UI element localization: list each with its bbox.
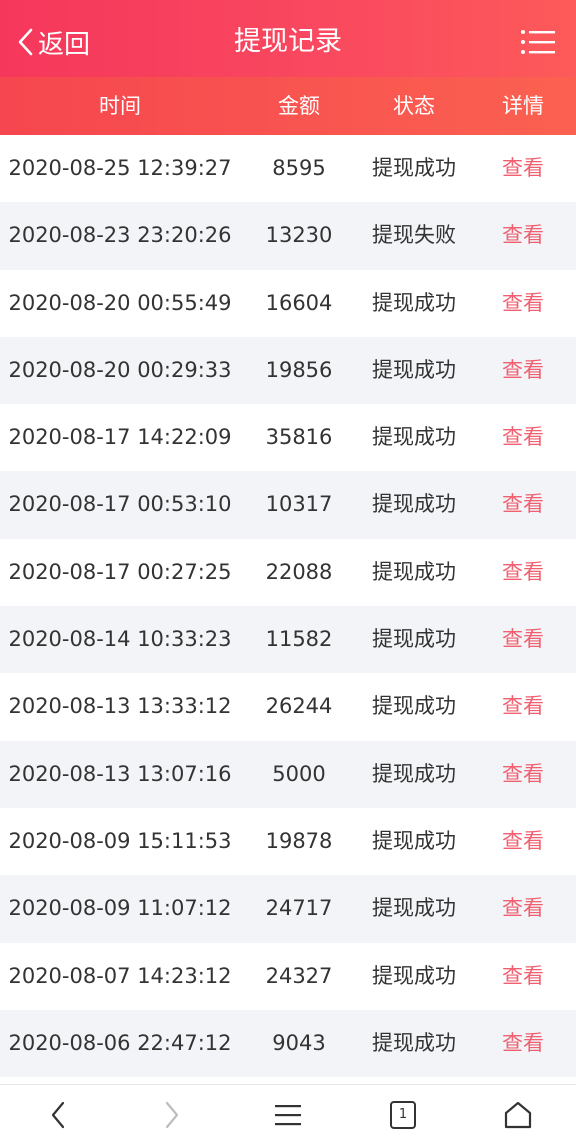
cell-status: 提现成功 <box>372 694 456 719</box>
table-row: 2020-08-09 15:11:53 19878 提现成功 查看 <box>0 807 576 876</box>
table-row: 2020-08-17 00:27:25 22088 提现成功 查看 <box>0 538 576 607</box>
detail-link[interactable]: 查看 <box>502 471 544 538</box>
table-row: 2020-08-17 14:22:09 35816 提现成功 查看 <box>0 404 576 472</box>
cell-status: 提现成功 <box>372 156 456 180</box>
detail-link[interactable]: 查看 <box>502 404 544 471</box>
menu-icon <box>275 1105 301 1126</box>
browser-tabs-button[interactable]: 1 <box>383 1095 423 1135</box>
home-icon <box>504 1101 532 1129</box>
table-row: 2020-08-13 13:33:12 26244 提现成功 查看 <box>0 673 576 741</box>
cell-time: 2020-08-13 13:33:12 <box>8 694 232 719</box>
table-row: 2020-08-13 13:07:16 5000 提现成功 查看 <box>0 740 576 808</box>
records-table: 2020-08-25 12:39:27 8595 提现成功 查看 2020-08-23 … <box>0 135 576 1078</box>
detail-link[interactable]: 查看 <box>502 808 544 875</box>
table-row: 2020-08-07 14:23:12 24327 提现成功 查看 <box>0 942 576 1010</box>
cell-status: 提现成功 <box>372 1030 456 1055</box>
cell-amount: 35816 <box>265 425 333 450</box>
detail-link[interactable]: 查看 <box>502 337 544 404</box>
cell-status: 提现成功 <box>372 357 456 382</box>
table-row: 2020-08-09 11:07:12 24717 提现成功 查看 <box>0 875 576 943</box>
cell-amount: 9043 <box>272 1030 326 1055</box>
detail-link[interactable]: 查看 <box>502 943 544 1010</box>
cell-amount: 13230 <box>265 223 333 248</box>
table-row: 2020-08-20 00:55:49 16604 提现成功 查看 <box>0 269 576 337</box>
tab-count: 1 <box>398 1107 408 1122</box>
cell-time: 2020-08-14 10:33:23 <box>8 627 232 652</box>
browser-back-button[interactable] <box>38 1095 78 1135</box>
cell-time: 2020-08-20 00:55:49 <box>8 290 232 315</box>
cell-status: 提现成功 <box>372 290 456 315</box>
cell-time: 2020-08-17 00:27:25 <box>8 559 232 584</box>
table-row: 2020-08-06 22:47:12 9043 提现成功 查看 <box>0 1009 576 1078</box>
table-row: 2020-08-23 23:20:26 13230 提现失败 查看 <box>0 202 576 270</box>
table-row: 2020-08-25 12:39:27 8595 提现成功 查看 <box>0 135 576 203</box>
cell-status: 提现成功 <box>372 896 456 921</box>
browser-forward-button[interactable] <box>152 1095 192 1135</box>
cell-amount: 11582 <box>265 627 333 652</box>
detail-link[interactable]: 查看 <box>502 539 544 606</box>
cell-time: 2020-08-17 14:22:09 <box>8 425 232 450</box>
browser-menu-button[interactable] <box>268 1095 308 1135</box>
column-header-amount: 金额 <box>278 94 320 118</box>
list-menu-icon <box>521 30 555 54</box>
cell-amount: 8595 <box>272 156 326 180</box>
cell-amount: 16604 <box>265 290 333 315</box>
cell-time: 2020-08-20 00:29:33 <box>8 357 232 382</box>
detail-link[interactable]: 查看 <box>502 202 544 269</box>
cell-time: 2020-08-13 13:07:16 <box>8 761 232 786</box>
table-row: 2020-08-17 00:53:10 10317 提现成功 查看 <box>0 471 576 539</box>
cell-time: 2020-08-09 11:07:12 <box>8 896 232 921</box>
cell-amount: 10317 <box>265 492 333 517</box>
table-row: 2020-08-20 00:29:33 19856 提现成功 查看 <box>0 336 576 405</box>
cell-status: 提现成功 <box>372 627 456 652</box>
cell-status: 提现成功 <box>372 492 456 517</box>
back-button[interactable]: 返回 <box>16 20 90 64</box>
detail-link[interactable]: 查看 <box>502 673 544 740</box>
cell-amount: 19856 <box>265 357 333 382</box>
cell-time: 2020-08-25 12:39:27 <box>8 156 232 180</box>
cell-status: 提现成功 <box>372 963 456 988</box>
cell-time: 2020-08-23 23:20:26 <box>8 223 232 248</box>
chevron-left-icon <box>18 28 33 56</box>
cell-amount: 22088 <box>265 559 333 584</box>
cell-time: 2020-08-09 15:11:53 <box>8 828 232 853</box>
cell-time: 2020-08-17 00:53:10 <box>8 492 232 517</box>
cell-amount: 24327 <box>265 963 333 988</box>
cell-time: 2020-08-07 14:23:12 <box>8 963 232 988</box>
column-header-detail: 详情 <box>502 94 544 118</box>
back-arrow-icon <box>51 1101 65 1129</box>
menu-button[interactable] <box>520 26 556 58</box>
forward-arrow-icon <box>165 1101 179 1129</box>
cell-status: 提现成功 <box>372 425 456 450</box>
withdrawal-records-page: 返回 提现记录 时间 金额 状态 详情 2020-08-25 12:39:27 8… <box>0 0 576 1145</box>
browser-bottom-bar: 1 <box>0 1084 576 1145</box>
detail-link[interactable]: 查看 <box>502 270 544 337</box>
column-header-status: 状态 <box>393 94 435 118</box>
table-row: 2020-08-14 10:33:23 11582 提现成功 查看 <box>0 606 576 674</box>
browser-home-button[interactable] <box>498 1095 538 1135</box>
detail-link[interactable]: 查看 <box>502 606 544 673</box>
top-nav-bar: 返回 提现记录 <box>0 0 576 82</box>
cell-amount: 24717 <box>265 896 333 921</box>
cell-amount: 5000 <box>272 761 326 786</box>
cell-time: 2020-08-06 22:47:12 <box>8 1030 232 1055</box>
cell-amount: 19878 <box>265 828 333 853</box>
cell-status: 提现成功 <box>372 828 456 853</box>
back-label: 返回 <box>38 29 91 60</box>
cell-status: 提现成功 <box>372 559 456 584</box>
cell-amount: 26244 <box>265 694 333 719</box>
detail-link[interactable]: 查看 <box>502 741 544 808</box>
detail-link[interactable]: 查看 <box>502 135 544 202</box>
cell-status: 提现失败 <box>372 223 456 248</box>
cell-status: 提现成功 <box>372 761 456 786</box>
detail-link[interactable]: 查看 <box>502 1010 544 1077</box>
column-header-time: 时间 <box>99 94 141 118</box>
detail-link[interactable]: 查看 <box>502 875 544 942</box>
table-header: 时间 金额 状态 详情 <box>0 77 576 135</box>
